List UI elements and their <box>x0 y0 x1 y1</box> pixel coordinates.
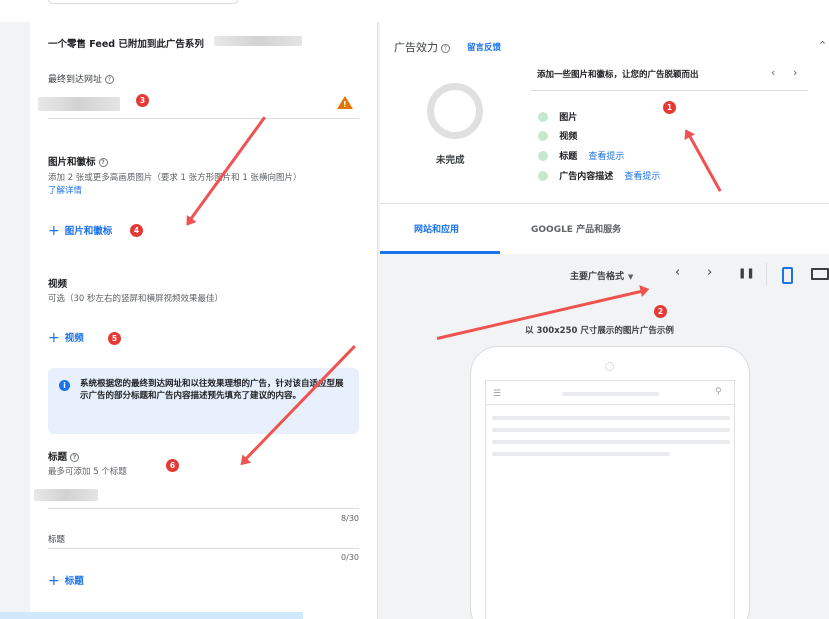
suggestion-divider <box>531 90 808 91</box>
dropdown-arrow-icon: ▼ <box>628 273 634 281</box>
help-icon[interactable]: ? <box>105 75 115 84</box>
help-icon[interactable]: ? <box>441 43 450 53</box>
suggestion-next-icon[interactable]: › <box>793 66 797 79</box>
checklist-item-images: 图片 <box>538 110 577 123</box>
search-icon: ⚲ <box>715 387 722 397</box>
asset-editor-panel <box>30 22 378 619</box>
bottom-highlight-bar <box>0 612 303 619</box>
suggestion-prev-icon[interactable]: ‹ <box>771 66 775 79</box>
final-url-value[interactable] <box>38 97 120 111</box>
tab-google-products[interactable]: GOOGLE 产品和服务 <box>531 222 621 235</box>
annotation-badge-1: 1 <box>663 101 676 114</box>
checklist-item-description: 广告内容描述 查看提示 <box>538 169 660 182</box>
preview-caption: 以 300x250 尺寸展示的图片广告示例 <box>525 326 674 336</box>
ad-strength-title: 广告效力? <box>394 39 450 55</box>
check-dot-icon <box>538 130 548 141</box>
phone-header-divider <box>485 404 735 405</box>
next-preview-icon[interactable]: › <box>707 265 712 280</box>
help-icon[interactable]: ? <box>98 158 108 167</box>
strength-ring <box>427 83 483 139</box>
add-images-button[interactable]: + 图片和徽标 <box>48 223 112 239</box>
hamburger-menu-icon: ☰ <box>493 389 502 399</box>
placeholder-bar <box>492 416 730 420</box>
headline-section-title: 标题? <box>48 449 80 463</box>
headline-2-underline <box>48 548 359 549</box>
placeholder-bar <box>492 428 730 432</box>
headline-2-input[interactable]: 标题 <box>48 533 65 545</box>
warning-mark: ! <box>343 100 347 109</box>
toolbar-divider <box>766 263 767 285</box>
video-section-title: 视频 <box>48 279 68 290</box>
headline-1-underline <box>48 508 359 509</box>
url-underline <box>48 118 359 119</box>
blurred-campaign-name <box>214 36 302 46</box>
video-description: 可选（30 秒左右的竖屏和横屏视频效果最佳） <box>48 294 224 304</box>
add-video-button[interactable]: + 视频 <box>48 330 84 346</box>
tab-websites-apps[interactable]: 网站和应用 <box>414 222 459 235</box>
plus-icon: + <box>48 223 60 239</box>
images-section-title: 图片和徽标? <box>48 154 108 168</box>
annotation-badge-6: 6 <box>166 459 179 472</box>
annotation-badge-3: 3 <box>136 94 149 107</box>
view-tips-link[interactable]: 查看提示 <box>588 152 624 162</box>
plus-icon: + <box>48 330 60 346</box>
view-tips-link[interactable]: 查看提示 <box>624 172 660 182</box>
top-input-box[interactable] <box>48 0 238 4</box>
check-dot-icon <box>538 111 548 122</box>
phone-camera <box>605 362 614 371</box>
collapse-icon[interactable]: ⌃ <box>818 39 827 52</box>
suggestion-text: 添加一些图片和徽标，让您的广告脱颖而出 <box>537 70 699 80</box>
format-select[interactable]: 主要广告格式 ▼ <box>570 269 633 282</box>
info-icon: i <box>59 380 70 391</box>
images-description: 添加 2 张或更多高画质图片（要求 1 张方形图片和 1 张横向图片） <box>48 173 302 183</box>
headline-1-value[interactable] <box>34 489 98 501</box>
strength-status: 未完成 <box>436 155 465 166</box>
info-text: 系统根据您的最终到达网址和以往效果理想的广告，针对该自适应型展示广告的部分标题和… <box>80 379 344 401</box>
annotation-badge-2: 2 <box>654 305 667 318</box>
headline-2-counter: 0/30 <box>341 553 359 562</box>
placeholder-bar <box>492 440 730 444</box>
final-url-label: 最终到达网址? <box>48 72 115 85</box>
help-icon[interactable]: ? <box>70 453 80 462</box>
add-headline-button[interactable]: + 标题 <box>48 573 84 589</box>
checklist-item-headline: 标题 查看提示 <box>538 149 624 162</box>
mobile-device-icon[interactable] <box>782 267 793 284</box>
plus-icon: + <box>48 573 60 589</box>
placeholder-bar <box>562 392 659 396</box>
desktop-device-icon[interactable] <box>811 268 829 280</box>
check-dot-icon <box>538 170 548 181</box>
placeholder-bar <box>492 452 670 456</box>
prev-preview-icon[interactable]: ‹ <box>675 265 680 280</box>
headline-description: 最多可添加 5 个标题 <box>48 467 127 477</box>
learn-more-link[interactable]: 了解详情 <box>48 184 82 196</box>
annotation-badge-4: 4 <box>130 224 143 237</box>
annotation-badge-5: 5 <box>108 332 121 345</box>
checklist-item-video: 视频 <box>538 129 577 142</box>
headline-1-counter: 8/30 <box>341 514 359 523</box>
check-dot-icon <box>538 150 548 161</box>
pause-icon[interactable]: ❚❚ <box>738 268 755 279</box>
feedback-link[interactable]: 留言反馈 <box>467 41 501 53</box>
feed-notice: 一个零售 Feed 已附加到此广告系列 <box>48 39 204 50</box>
